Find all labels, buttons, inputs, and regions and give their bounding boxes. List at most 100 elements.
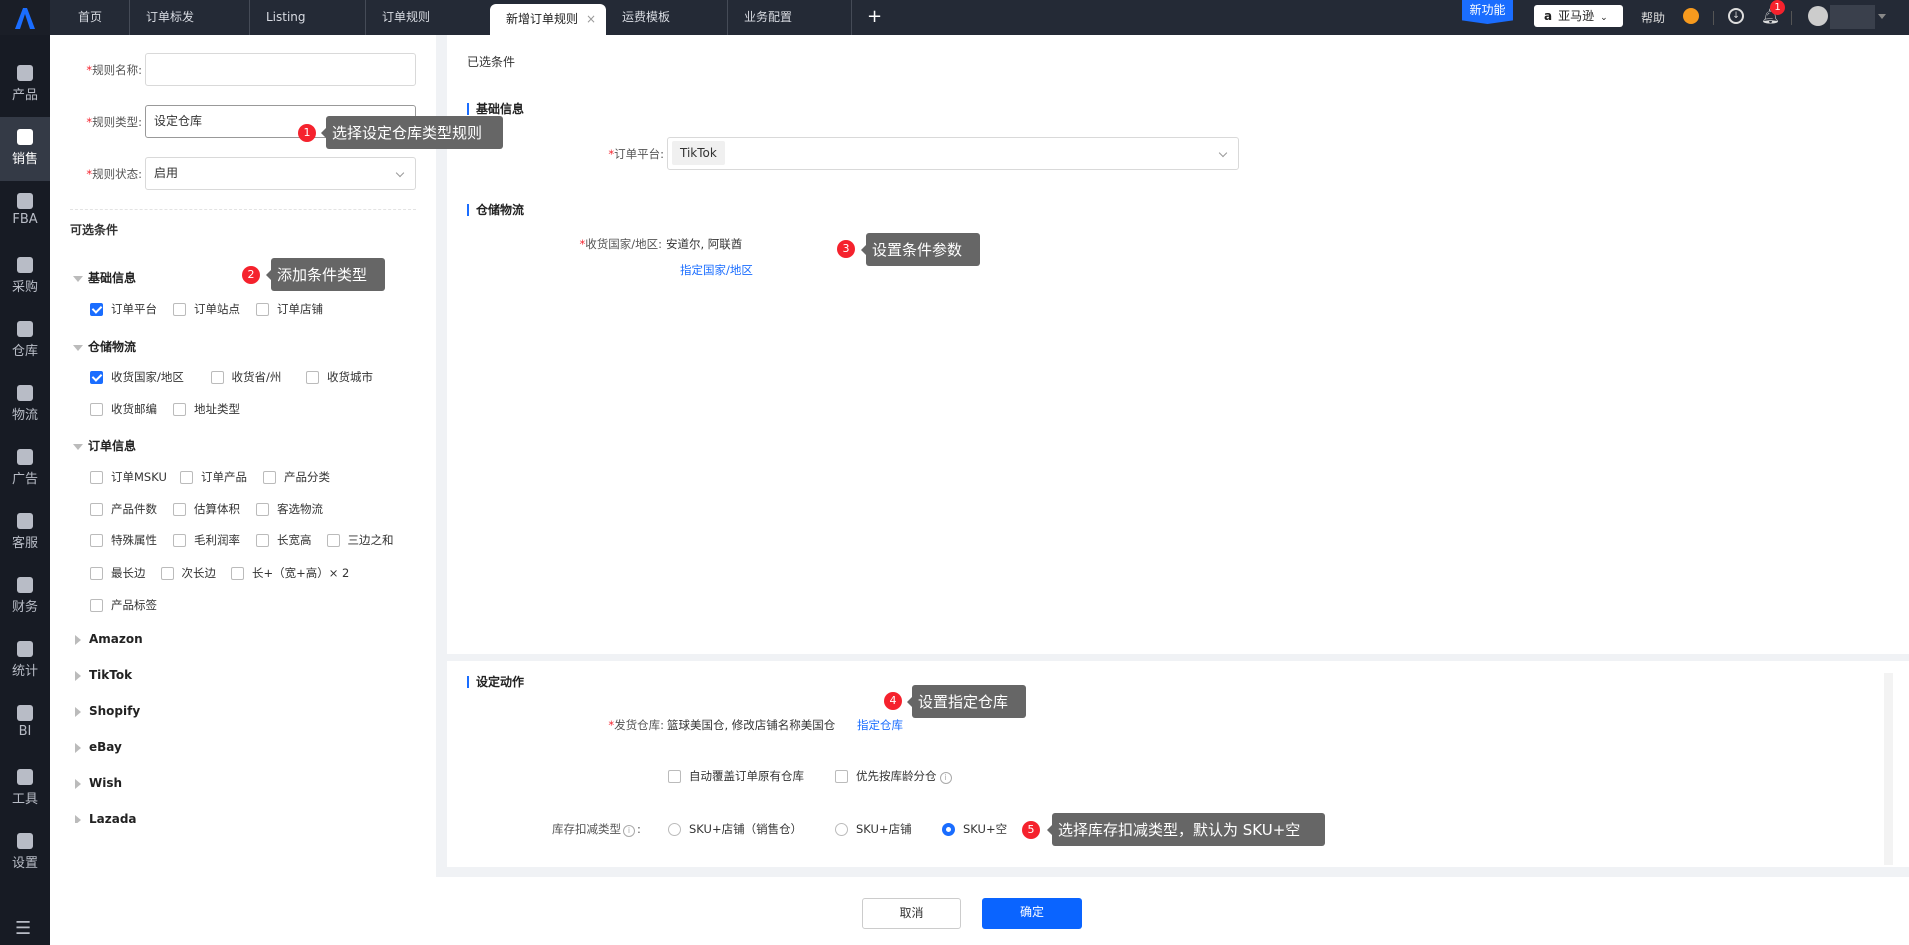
platform-group-tiktok[interactable]: TikTok: [75, 668, 132, 682]
condition-checkbox[interactable]: 订单店铺: [256, 301, 323, 317]
condition-checkbox[interactable]: 收货邮编: [90, 401, 157, 417]
sidebar-item-0[interactable]: 产品: [0, 53, 50, 117]
sidebar-item-7[interactable]: 客服: [0, 501, 50, 565]
sidebar-item-8[interactable]: 财务: [0, 565, 50, 629]
sidebar-item-label: 设置: [11, 856, 38, 871]
condition-checkbox[interactable]: 收货城市: [306, 369, 373, 385]
selected-conditions-title: 已选条件: [467, 55, 516, 69]
platform-group-lazada[interactable]: Lazada: [75, 812, 137, 823]
caret-right-icon: [75, 742, 81, 753]
override-warehouse-checkbox[interactable]: 自动覆盖订单原有仓库: [668, 768, 804, 784]
tab-listing[interactable]: Listing: [250, 0, 366, 35]
deduct-type-label: 库存扣减类型 i:: [552, 822, 641, 837]
platform-group-ebay[interactable]: eBay: [75, 740, 122, 754]
rule-name-input[interactable]: [145, 53, 416, 86]
selected-conditions-panel: [447, 35, 1909, 654]
sidebar-item-9[interactable]: 统计: [0, 629, 50, 693]
platform-select[interactable]: TikTok: [667, 137, 1239, 170]
help-link[interactable]: 帮助: [1641, 9, 1665, 26]
chevron-down-icon: ⌄: [1600, 13, 1608, 23]
condition-checkbox[interactable]: 收货省/州: [210, 369, 281, 385]
sidebar-item-4[interactable]: 仓库: [0, 309, 50, 373]
condition-group-header[interactable]: 订单信息: [73, 437, 136, 454]
logo-icon: [15, 7, 35, 29]
rule-status-select[interactable]: 启用: [145, 157, 416, 190]
sidebar-item-label: 采购: [11, 280, 38, 295]
condition-checkbox[interactable]: 长宽高: [256, 532, 312, 548]
rule-name-label: *规则名称:: [86, 63, 142, 77]
close-tab-icon[interactable]: ×: [586, 4, 596, 34]
condition-checkbox[interactable]: 估算体积: [173, 501, 240, 517]
condition-checkbox[interactable]: 产品分类: [263, 469, 330, 485]
condition-checkbox[interactable]: 收货国家/地区: [90, 369, 184, 385]
sidebar-item-12[interactable]: 设置: [0, 821, 50, 885]
condition-checkbox[interactable]: 产品标签: [90, 597, 157, 613]
condition-checkbox[interactable]: 订单平台: [90, 301, 157, 317]
tab-new-order-rule[interactable]: 新增订单规则 ×: [490, 4, 606, 35]
condition-group-header[interactable]: 仓储物流: [73, 338, 136, 355]
tab-shipping-template[interactable]: 运费模板: [606, 0, 728, 35]
specify-warehouse-link[interactable]: 指定仓库: [857, 717, 903, 733]
condition-checkbox[interactable]: 订单MSKU: [90, 469, 167, 485]
new-feature-badge[interactable]: 新功能: [1462, 0, 1513, 24]
platform-label: *订单平台:: [608, 147, 664, 161]
condition-checkbox[interactable]: 三边之和: [326, 532, 394, 548]
tab-order-dispatch[interactable]: 订单标发: [130, 0, 250, 35]
platform-tag[interactable]: TikTok: [672, 141, 725, 165]
caret-down-icon[interactable]: [1878, 14, 1886, 19]
condition-checkbox[interactable]: 订单产品: [180, 469, 247, 485]
condition-checkbox[interactable]: 地址类型: [173, 401, 240, 417]
divider: [70, 209, 416, 210]
tab-home[interactable]: 首页: [62, 0, 130, 35]
download-icon[interactable]: ↓: [1728, 8, 1744, 24]
condition-checkbox[interactable]: 最长边: [90, 565, 146, 581]
tab-order-rules[interactable]: 订单规则: [366, 0, 490, 35]
sidebar-item-1[interactable]: 销售: [0, 117, 50, 181]
condition-checkbox[interactable]: 次长边: [160, 565, 216, 581]
divider: [1791, 11, 1792, 25]
info-icon[interactable]: i: [623, 825, 635, 837]
condition-checkbox[interactable]: 订单站点: [173, 301, 240, 317]
sidebar-item-label: 财务: [11, 600, 38, 615]
sidebar-item-2[interactable]: FBA: [0, 181, 50, 245]
add-tab-button[interactable]: +: [867, 6, 882, 27]
scrollbar[interactable]: [1884, 673, 1893, 865]
condition-checkbox[interactable]: 产品件数: [90, 501, 157, 517]
sidebar-item-3[interactable]: 采购: [0, 245, 50, 309]
app-logo[interactable]: [0, 0, 50, 35]
avatar[interactable]: [1808, 6, 1828, 26]
collapse-menu-icon[interactable]: ☰: [15, 918, 34, 939]
step-badge-2: 2: [242, 266, 260, 284]
sidebar-item-label: 工具: [11, 792, 38, 807]
sidebar-item-5[interactable]: 物流: [0, 373, 50, 437]
condition-checkbox[interactable]: 毛利润率: [173, 532, 240, 548]
sidebar-item-10[interactable]: BI: [0, 693, 50, 757]
section-basic-info: 基础信息: [467, 103, 524, 115]
deduct-option-sku-store[interactable]: SKU+店铺: [835, 821, 912, 837]
condition-checkbox[interactable]: 长+（宽+高）× 2: [231, 565, 349, 581]
age-priority-checkbox[interactable]: 优先按库龄分仓 i: [835, 768, 952, 784]
confirm-button[interactable]: 确定: [982, 898, 1082, 929]
platform-select[interactable]: a 亚马逊 ⌄: [1534, 5, 1623, 27]
cancel-button[interactable]: 取消: [862, 898, 961, 929]
condition-group-header[interactable]: 基础信息: [73, 269, 136, 286]
sidebar-item-label: 销售: [11, 152, 38, 167]
platform-group-amazon[interactable]: Amazon: [75, 632, 143, 646]
tab-business-config[interactable]: 业务配置: [728, 0, 852, 35]
platform-group-shopify[interactable]: Shopify: [75, 704, 140, 718]
caret-right-icon: [75, 706, 81, 717]
sidebar-item-6[interactable]: 广告: [0, 437, 50, 501]
condition-checkbox[interactable]: 客选物流: [256, 501, 323, 517]
section-set-action: 设定动作: [467, 676, 524, 688]
sidebar-item-11[interactable]: 工具: [0, 757, 50, 821]
headset-icon[interactable]: [1683, 8, 1699, 24]
ad-icon: [17, 449, 33, 465]
sidebar-item-label: BI: [18, 724, 32, 739]
deduct-option-sku-empty[interactable]: SKU+空: [942, 821, 1007, 837]
info-icon[interactable]: i: [939, 772, 952, 784]
caret-right-icon: [75, 634, 81, 645]
specify-country-link[interactable]: 指定国家/地区: [680, 262, 753, 278]
deduct-option-sku-store-sales[interactable]: SKU+店铺（销售仓）: [668, 821, 802, 837]
platform-group-wish[interactable]: Wish: [75, 776, 122, 790]
condition-checkbox[interactable]: 特殊属性: [90, 532, 157, 548]
